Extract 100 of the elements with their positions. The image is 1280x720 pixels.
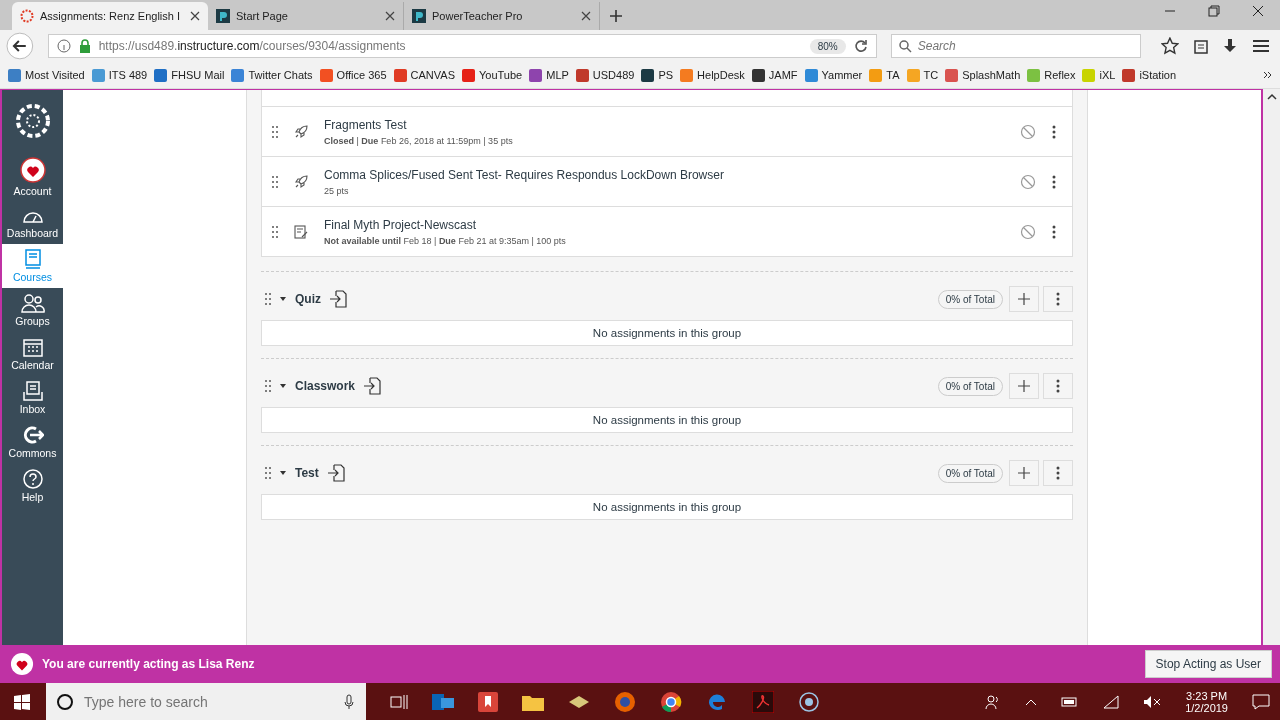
bookmark[interactable]: Twitter Chats: [231, 68, 313, 82]
windows-start-icon[interactable]: [14, 693, 30, 710]
nav-item[interactable]: Help: [2, 464, 63, 508]
firefox-icon[interactable]: [614, 690, 636, 713]
browser-tab[interactable]: Assignments: Renz English I: [12, 2, 208, 30]
nav-item[interactable]: Commons: [2, 420, 63, 464]
clock-time[interactable]: 3:23 PM: [1186, 689, 1228, 702]
unpublished-icon[interactable]: [1020, 173, 1036, 190]
star-icon[interactable]: [1160, 37, 1179, 55]
nav-item[interactable]: Inbox: [2, 376, 63, 420]
address-bar[interactable]: https://usd489.instructure.com/courses/9304/assignments 80%: [47, 34, 877, 58]
pdf-icon[interactable]: [752, 690, 774, 713]
add-assignment-button[interactable]: [1009, 373, 1039, 399]
assignment-title[interactable]: Final Myth Project-Newscast: [324, 217, 1004, 232]
canvas-logo-icon: [20, 9, 34, 23]
menu-icon[interactable]: [1252, 38, 1270, 54]
record-icon[interactable]: [798, 690, 820, 713]
bookmark[interactable]: MLP: [529, 68, 569, 82]
nav-item[interactable]: Calendar: [2, 332, 63, 376]
drag-handle-icon[interactable]: [265, 467, 271, 479]
bookmark[interactable]: Yammer: [804, 68, 863, 82]
bookmark[interactable]: iStation: [1122, 68, 1177, 82]
drag-handle-icon[interactable]: [272, 125, 278, 138]
weight-badge: 0% of Total: [937, 289, 1003, 309]
caret-icon[interactable]: [279, 469, 287, 477]
kebab-menu-icon[interactable]: [1052, 124, 1056, 139]
bookmark[interactable]: TA: [869, 68, 900, 82]
microphone-icon[interactable]: [344, 694, 354, 710]
scroll-up-icon[interactable]: [1266, 93, 1277, 101]
nav-item[interactable]: Account: [2, 152, 63, 202]
bookmark[interactable]: TC: [906, 68, 939, 82]
stop-acting-button[interactable]: Stop Acting as User: [1144, 650, 1272, 678]
bookmark[interactable]: HelpDesk: [680, 68, 745, 82]
drag-handle-icon[interactable]: [272, 175, 278, 188]
assignment-title[interactable]: Fragments Test: [324, 117, 1004, 132]
bookmark[interactable]: USD489: [575, 68, 635, 82]
battery-icon[interactable]: [1061, 695, 1080, 708]
close-icon[interactable]: [190, 11, 200, 21]
add-assignment-button[interactable]: [1009, 286, 1039, 312]
restore-icon[interactable]: [1208, 5, 1220, 17]
bookmark-app-icon[interactable]: [478, 691, 498, 712]
canvas-logo-icon[interactable]: [15, 104, 50, 138]
add-assignment-button[interactable]: [1009, 460, 1039, 486]
kebab-menu-icon: [1056, 292, 1060, 306]
bookmark[interactable]: YouTube: [462, 68, 523, 82]
bookmark[interactable]: PS: [641, 68, 674, 82]
assignment-row[interactable]: Final Myth Project-Newscast Not available until Feb 18 | Due Feb 21 at 9:35am | 100 pts: [262, 206, 1072, 256]
notification-icon[interactable]: [1252, 693, 1270, 710]
close-icon[interactable]: [581, 11, 591, 21]
drag-handle-icon[interactable]: [272, 225, 278, 238]
bookmark[interactable]: SplashMath: [945, 68, 1021, 82]
search-field[interactable]: Search: [890, 34, 1141, 58]
nav-item[interactable]: Groups: [2, 288, 63, 332]
chrome-icon[interactable]: [660, 690, 682, 713]
caret-icon[interactable]: [279, 382, 287, 390]
bookmark[interactable]: Reflex: [1027, 68, 1076, 82]
bookmark[interactable]: FHSU Mail: [154, 68, 225, 82]
task-view-icon[interactable]: [390, 693, 408, 710]
clipboard-icon[interactable]: [1192, 38, 1209, 54]
chevron-up-icon[interactable]: [1025, 697, 1038, 706]
close-icon[interactable]: [385, 11, 395, 21]
assignment-row[interactable]: Comma Splices/Fused Sent Test- Requires Respondus LockDown Browser 25 pts: [262, 156, 1072, 206]
group-name[interactable]: Classwork: [295, 379, 356, 393]
assignment-row[interactable]: Fragments Test Closed | Due Feb 26, 2018 at 11:59pm | 35 pts: [262, 106, 1072, 156]
caret-icon[interactable]: [279, 295, 287, 303]
bookmark[interactable]: JAMF: [751, 68, 798, 82]
bookmark[interactable]: CANVAS: [393, 68, 455, 82]
kebab-menu-icon[interactable]: [1052, 224, 1056, 239]
group-name[interactable]: Test: [295, 466, 319, 480]
zoom-badge[interactable]: 80%: [809, 38, 846, 54]
nav-item[interactable]: Dashboard: [2, 202, 63, 244]
chevron-right-icon[interactable]: [1264, 71, 1272, 79]
close-icon[interactable]: [1252, 5, 1264, 17]
bookmark[interactable]: ITS 489: [91, 68, 148, 82]
bookmark[interactable]: iXL: [1082, 68, 1116, 82]
import-icon[interactable]: [329, 290, 347, 308]
bookmark[interactable]: Most Visited: [8, 68, 85, 82]
nav-item[interactable]: Courses: [2, 244, 63, 288]
plus-icon: [1018, 293, 1030, 305]
download-icon[interactable]: [1222, 38, 1239, 54]
outlook-icon[interactable]: [432, 691, 454, 712]
powerteacher-logo-icon: [216, 9, 230, 23]
new-tab-icon[interactable]: [610, 10, 622, 22]
import-icon[interactable]: [363, 377, 382, 395]
import-icon[interactable]: [326, 464, 345, 482]
unpublished-icon[interactable]: [1020, 123, 1036, 140]
group-name[interactable]: Quiz: [295, 292, 321, 306]
empty-group-message: No assignments in this group: [261, 320, 1073, 346]
muted-speaker-icon[interactable]: [1143, 694, 1162, 709]
drag-handle-icon[interactable]: [265, 380, 271, 392]
empty-group-message: No assignments in this group: [261, 407, 1073, 433]
taskbar-search-field[interactable]: Type here to search: [46, 683, 366, 720]
reload-icon[interactable]: [853, 39, 868, 53]
bookmark[interactable]: Office 365: [319, 68, 387, 82]
unpublished-icon[interactable]: [1020, 223, 1036, 240]
assignment-title[interactable]: Comma Splices/Fused Sent Test- Requires Respondus LockDown Browser: [324, 167, 1004, 182]
kebab-menu-icon[interactable]: [1052, 174, 1056, 189]
assignment-details: Closed | Due Feb 26, 2018 at 11:59pm | 35 pts: [324, 135, 514, 146]
clock-date[interactable]: 1/2/2019: [1185, 701, 1228, 714]
drag-handle-icon[interactable]: [265, 293, 271, 305]
